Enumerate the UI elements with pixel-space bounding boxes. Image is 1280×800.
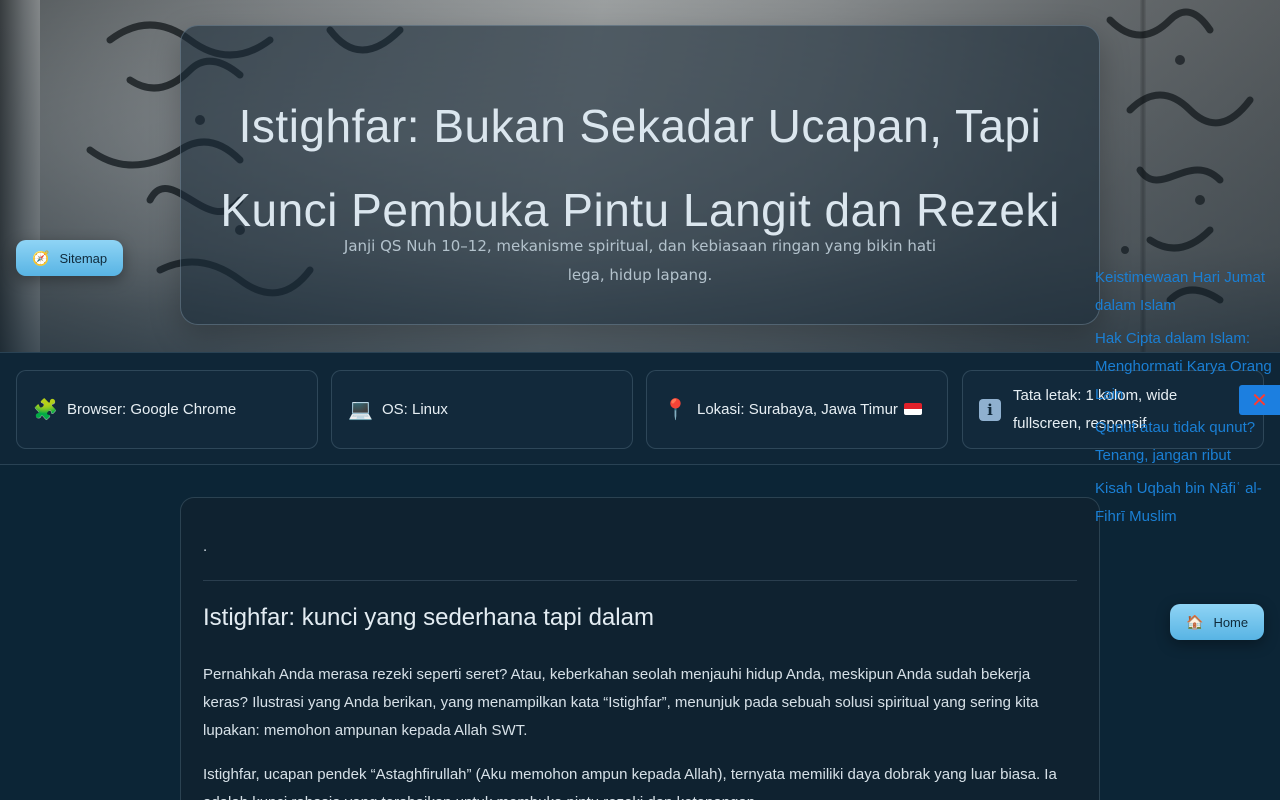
- article-divider: [203, 580, 1077, 581]
- compass-icon: 🧭: [32, 249, 50, 266]
- info-location-text: Lokasi: Surabaya, Jawa Timur: [697, 400, 898, 418]
- article-heading: Istighfar: kunci yang sederhana tapi dal…: [203, 604, 654, 631]
- close-icon: ✕: [1251, 388, 1268, 412]
- info-card-os: 💻 OS: Linux: [331, 370, 633, 449]
- info-icon: i: [979, 398, 1001, 421]
- close-button[interactable]: ✕: [1239, 385, 1280, 415]
- info-card-location: 📍 Lokasi: Surabaya, Jawa Timur: [646, 370, 948, 449]
- pin-icon: 📍: [663, 399, 688, 421]
- house-icon: 🏠: [1186, 613, 1204, 630]
- page-subtitle: Janji QS Nuh 10–12, mekanisme spiritual,…: [343, 237, 937, 284]
- info-browser-text: Browser: Google Chrome: [67, 400, 237, 418]
- puzzle-icon: 🧩: [33, 399, 58, 421]
- sitemap-label: Sitemap: [59, 250, 108, 266]
- article-lead-dot: .: [203, 538, 208, 555]
- hero-card: Istighfar: Bukan Sekadar Ucapan, Tapi Ku…: [180, 25, 1100, 325]
- info-card-browser: 🧩 Browser: Google Chrome: [16, 370, 318, 449]
- info-strip: 🧩 Browser: Google Chrome 💻 OS: Linux 📍 L…: [0, 352, 1280, 465]
- indonesia-flag-icon: [903, 402, 922, 415]
- info-os-text: OS: Linux: [382, 400, 448, 418]
- article-paragraph: Pernahkah Anda merasa rezeki seperti ser…: [203, 666, 1039, 739]
- sitemap-button[interactable]: 🧭 Sitemap: [16, 240, 124, 276]
- hero-banner: Istighfar: Bukan Sekadar Ucapan, Tapi Ku…: [0, 0, 1280, 352]
- related-link[interactable]: Kisah Uqbah bin Nāfiʿ al-Fihrī Muslim: [1095, 475, 1275, 531]
- article-paragraph: Istighfar, ucapan pendek “Astaghfirullah…: [203, 766, 1057, 800]
- laptop-icon: 💻: [348, 399, 373, 421]
- home-button[interactable]: 🏠 Home: [1170, 604, 1265, 640]
- article-card: . Istighfar: kunci yang sederhana tapi d…: [180, 497, 1100, 800]
- related-link[interactable]: Qunut atau tidak qunut? Tenang, jangan r…: [1095, 414, 1275, 470]
- home-label: Home: [1213, 614, 1249, 630]
- page-title: Istighfar: Bukan Sekadar Ucapan, Tapi Ku…: [220, 100, 1060, 236]
- related-link[interactable]: Keistimewaan Hari Jumat dalam Islam: [1095, 264, 1275, 320]
